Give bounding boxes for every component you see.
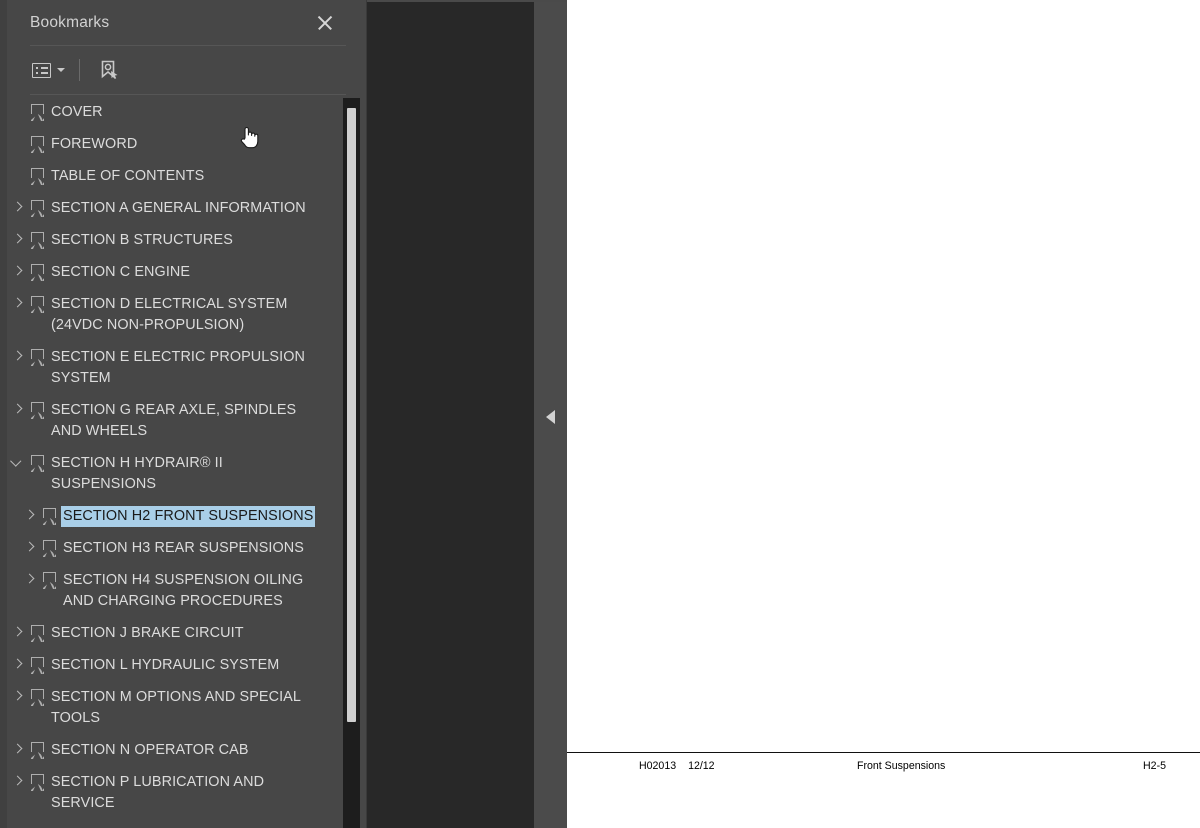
footer-left: H02013 12/12 <box>639 760 715 772</box>
bookmark-item[interactable]: SECTION A GENERAL INFORMATION <box>0 192 366 224</box>
bookmark-item[interactable]: SECTION C ENGINE <box>0 256 366 288</box>
bookmarks-panel: Bookmarks COVER FOREWORD TABLE OF CONTEN… <box>0 0 367 828</box>
bookmark-icon <box>40 507 57 525</box>
bookmark-item[interactable]: SECTION N OPERATOR CAB <box>0 734 366 766</box>
bookmark-icon <box>28 103 45 121</box>
bookmark-icon <box>28 263 45 281</box>
bookmark-item[interactable]: SECTION H2 FRONT SUSPENSIONS <box>0 500 366 532</box>
bookmark-icon <box>28 454 45 472</box>
bookmark-label: COVER <box>51 103 103 120</box>
bookmark-label: SECTION J BRAKE CIRCUIT <box>51 624 244 641</box>
collapse-strip[interactable] <box>534 2 567 828</box>
bookmark-icon <box>28 656 45 674</box>
chevron-right-icon[interactable] <box>8 687 28 706</box>
bookmark-item[interactable]: SECTION H3 REAR SUSPENSIONS <box>0 532 366 564</box>
bookmark-label: SECTION H3 REAR SUSPENSIONS <box>63 539 304 556</box>
toolbar-divider <box>30 94 346 95</box>
bookmark-label: SECTION D ELECTRICAL SYSTEM (24VDC NON-P… <box>51 295 288 333</box>
page-footer: H02013 12/12 Front Suspensions H2-5 <box>567 752 1200 778</box>
bookmark-item[interactable]: SECTION H4 SUSPENSION OILING AND CHARGIN… <box>0 564 366 617</box>
bookmark-icon <box>28 688 45 706</box>
chevron-right-icon[interactable] <box>8 400 28 419</box>
chevron-right-icon[interactable] <box>8 740 28 759</box>
bookmark-label: SECTION H4 SUSPENSION OILING AND CHARGIN… <box>63 571 304 609</box>
chevron-right-icon[interactable] <box>8 623 28 642</box>
bookmark-label: SECTION B STRUCTURES <box>51 231 233 248</box>
bookmark-icon <box>28 199 45 217</box>
bookmark-label: SECTION C ENGINE <box>51 263 191 280</box>
close-icon[interactable] <box>314 12 336 34</box>
chevron-down-icon <box>57 68 65 72</box>
chevron-right-icon[interactable] <box>8 198 28 217</box>
bookmark-label: SECTION L HYDRAULIC SYSTEM <box>51 656 280 673</box>
footer-page-number: H2-5 <box>1143 760 1166 772</box>
bookmark-label: FOREWORD <box>51 135 138 152</box>
bookmark-item[interactable]: SECTION M OPTIONS AND SPECIAL TOOLS <box>0 681 366 734</box>
chevron-right-icon[interactable] <box>8 655 28 674</box>
bookmark-icon <box>28 231 45 249</box>
bookmark-icon <box>28 624 45 642</box>
chevron-right-icon[interactable] <box>8 230 28 249</box>
list-options-icon[interactable] <box>28 59 69 82</box>
chevron-right-icon[interactable] <box>8 347 28 366</box>
bookmark-item[interactable]: SECTION L HYDRAULIC SYSTEM <box>0 649 366 681</box>
bookmark-icon <box>28 167 45 185</box>
bookmark-icon <box>28 741 45 759</box>
footer-doc-number: H02013 <box>639 760 677 772</box>
new-bookmark-icon[interactable] <box>94 55 124 85</box>
bookmark-label: TABLE OF CONTENTS <box>51 167 205 184</box>
toolbar-separator <box>79 59 80 81</box>
bookmark-item[interactable]: TABLE OF CONTENTS <box>0 160 366 192</box>
bookmarks-tree[interactable]: COVER FOREWORD TABLE OF CONTENTS SECTION A … <box>0 96 366 828</box>
panel-title: Bookmarks <box>30 13 110 31</box>
bookmark-item[interactable]: SECTION H HYDRAIR® II SUSPENSIONS <box>0 447 366 500</box>
bookmarks-toolbar <box>0 46 366 94</box>
bookmark-item[interactable]: SECTION E ELECTRIC PROPULSION SYSTEM <box>0 341 366 394</box>
bookmark-icon <box>28 773 45 791</box>
list-glyph <box>32 62 51 78</box>
scrollbar-thumb[interactable] <box>347 108 356 722</box>
bookmark-label: SECTION A GENERAL INFORMATION <box>51 199 306 216</box>
bookmark-item[interactable]: COVER <box>0 96 366 128</box>
bookmarks-panel-header: Bookmarks <box>0 0 366 45</box>
bookmark-item[interactable]: FOREWORD <box>0 128 366 160</box>
new-bookmark-glyph <box>101 60 118 79</box>
chevron-down-icon[interactable] <box>8 453 28 472</box>
chevron-right-icon[interactable] <box>20 506 40 525</box>
bookmark-label: SECTION H2 FRONT SUSPENSIONS <box>59 504 317 528</box>
bookmark-item[interactable]: SECTION D ELECTRICAL SYSTEM (24VDC NON-P… <box>0 288 366 341</box>
document-page: WARNING High tightening torque is requir… <box>567 0 1200 828</box>
footer-section-title: Front Suspensions <box>857 760 946 772</box>
bookmark-label: SECTION G REAR AXLE, SPINDLES AND WHEELS <box>51 401 297 439</box>
viewer-gutter <box>367 0 567 828</box>
bookmark-icon <box>28 348 45 366</box>
chevron-right-icon[interactable] <box>8 262 28 281</box>
bookmark-item[interactable]: SECTION J BRAKE CIRCUIT <box>0 617 366 649</box>
footer-date: 12/12 <box>688 760 715 772</box>
bookmark-icon <box>40 539 57 557</box>
bookmark-icon <box>28 135 45 153</box>
pdf-viewer-window: Bookmarks COVER FOREWORD TABLE OF CONTEN… <box>0 0 1200 828</box>
bookmark-label: SECTION H HYDRAIR® II SUSPENSIONS <box>51 454 223 492</box>
chevron-right-icon[interactable] <box>8 772 28 791</box>
bookmark-item[interactable]: SECTION P LUBRICATION AND SERVICE <box>0 766 366 819</box>
bookmark-icon <box>28 401 45 419</box>
bookmark-item[interactable]: SECTION B STRUCTURES <box>0 224 366 256</box>
bookmark-label: SECTION P LUBRICATION AND SERVICE <box>51 773 265 811</box>
bookmark-label: SECTION E ELECTRIC PROPULSION SYSTEM <box>51 348 305 386</box>
bookmark-label: SECTION M OPTIONS AND SPECIAL TOOLS <box>51 688 301 726</box>
bookmark-label: SECTION N OPERATOR CAB <box>51 741 249 758</box>
chevron-right-icon[interactable] <box>20 538 40 557</box>
bookmark-icon <box>28 295 45 313</box>
chevron-right-icon[interactable] <box>20 570 40 589</box>
bookmark-item[interactable]: SECTION G REAR AXLE, SPINDLES AND WHEELS <box>0 394 366 447</box>
bookmarks-scrollbar[interactable] <box>343 98 360 828</box>
chevron-right-icon[interactable] <box>8 294 28 313</box>
collapse-panel-arrow-icon[interactable] <box>546 410 555 424</box>
bookmark-icon <box>40 571 57 589</box>
